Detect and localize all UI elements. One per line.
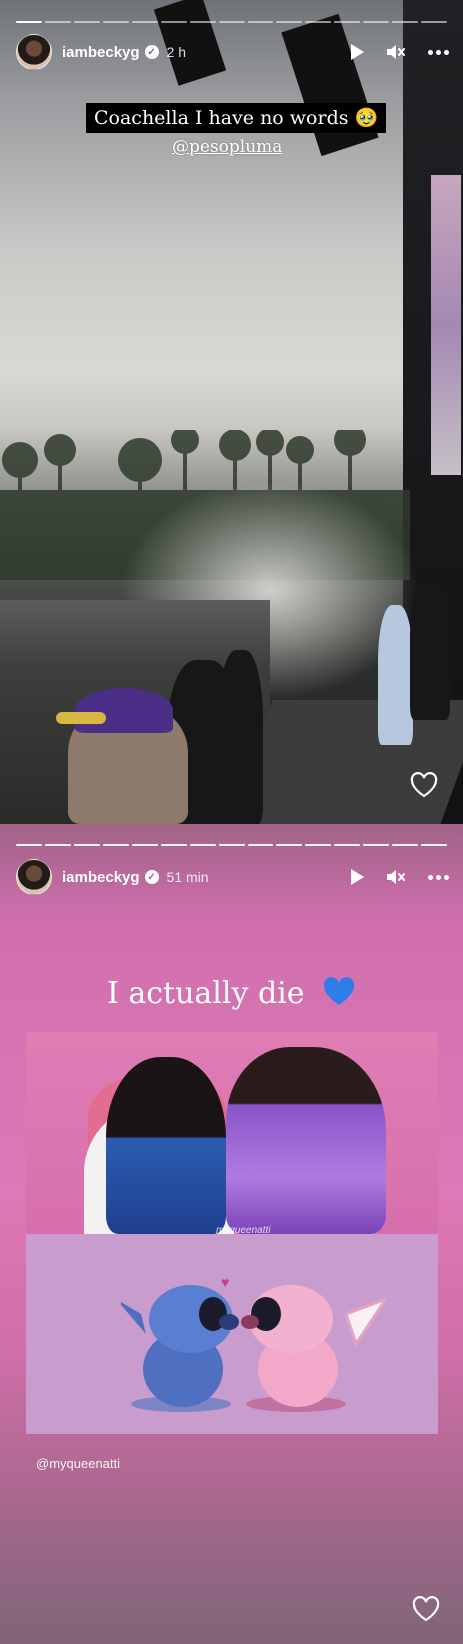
- progress-segment: [189, 21, 216, 23]
- progress-segment: [131, 844, 158, 846]
- progress-segment: [16, 844, 42, 846]
- progress-segment: [218, 21, 245, 23]
- story-caption: Coachella I have no words 🥹: [86, 103, 387, 133]
- story-header: iambeckyg ✓ 51 min: [16, 859, 449, 895]
- performer-blue-outfit: [106, 1057, 226, 1234]
- avatar[interactable]: [16, 859, 52, 895]
- more-options-icon[interactable]: [428, 49, 449, 55]
- progress-segment: [363, 21, 390, 23]
- progress-segment: [276, 21, 303, 23]
- stitch-angel-illustration: ♥: [26, 1234, 438, 1434]
- heart-outline-icon[interactable]: [410, 772, 438, 798]
- story-header: iambeckyg ✓ 2 h: [16, 34, 449, 70]
- story-coachella[interactable]: iambeckyg ✓ 2 h Coachella I have no word…: [0, 0, 463, 824]
- progress-segment: [16, 21, 42, 23]
- progress-segment: [73, 21, 100, 23]
- cap-brim: [56, 712, 106, 724]
- progress-segment: [189, 844, 216, 846]
- performer-purple-jacket: [226, 1047, 386, 1234]
- story-progress-bar: [16, 21, 448, 23]
- progress-segment: [160, 844, 187, 846]
- progress-segment: [334, 844, 361, 846]
- progress-segment: [73, 844, 100, 846]
- heart-outline-icon[interactable]: [412, 1596, 440, 1622]
- progress-segment: [44, 844, 71, 846]
- progress-segment: [218, 844, 245, 846]
- progress-segment: [102, 21, 129, 23]
- verified-badge-icon: ✓: [144, 45, 159, 59]
- verified-badge-icon: ✓: [144, 870, 159, 884]
- story-caption: I actually die: [0, 976, 463, 1011]
- progress-segment: [305, 844, 332, 846]
- progress-segment: [363, 844, 390, 846]
- progress-segment: [247, 844, 274, 846]
- progress-segment: [247, 21, 274, 23]
- stage-led-panel: [431, 175, 461, 475]
- post-time: 2 h: [166, 44, 187, 60]
- avatar[interactable]: [16, 34, 52, 70]
- more-options-icon[interactable]: [428, 874, 449, 880]
- progress-segment: [421, 21, 448, 23]
- username[interactable]: iambeckyg: [62, 44, 140, 61]
- concert-photo: myqueenatti: [26, 1032, 438, 1234]
- blue-heart-icon: [323, 977, 355, 1005]
- mention-sticker[interactable]: @pesopluma: [172, 137, 282, 157]
- story-i-actually-die[interactable]: iambeckyg ✓ 51 min I actually die myquee…: [0, 824, 463, 1644]
- musician: [410, 580, 450, 720]
- play-icon[interactable]: [351, 869, 364, 885]
- purple-cap: [75, 688, 173, 733]
- progress-segment: [392, 21, 419, 23]
- speaker-muted-icon[interactable]: [386, 868, 406, 886]
- username[interactable]: iambeckyg: [62, 869, 140, 886]
- story-progress-bar: [16, 844, 448, 846]
- progress-segment: [102, 844, 129, 846]
- progress-segment: [392, 844, 419, 846]
- progress-segment: [276, 844, 303, 846]
- guitarist: [378, 605, 413, 745]
- stitch-icon: [121, 1285, 239, 1412]
- crew-person: [218, 650, 263, 824]
- photo-watermark: myqueenatti: [216, 1225, 271, 1234]
- speaker-muted-icon[interactable]: [386, 43, 406, 61]
- progress-segment: [44, 21, 71, 23]
- progress-segment: [305, 21, 332, 23]
- post-time: 51 min: [166, 869, 209, 885]
- progress-segment: [421, 844, 448, 846]
- mention-sticker[interactable]: @myqueenatti: [36, 1456, 120, 1471]
- progress-segment: [160, 21, 187, 23]
- play-icon[interactable]: [351, 44, 364, 60]
- story-caption-text: I actually die: [106, 976, 305, 1011]
- progress-segment: [131, 21, 158, 23]
- progress-segment: [334, 21, 361, 23]
- angel-icon: [241, 1285, 386, 1412]
